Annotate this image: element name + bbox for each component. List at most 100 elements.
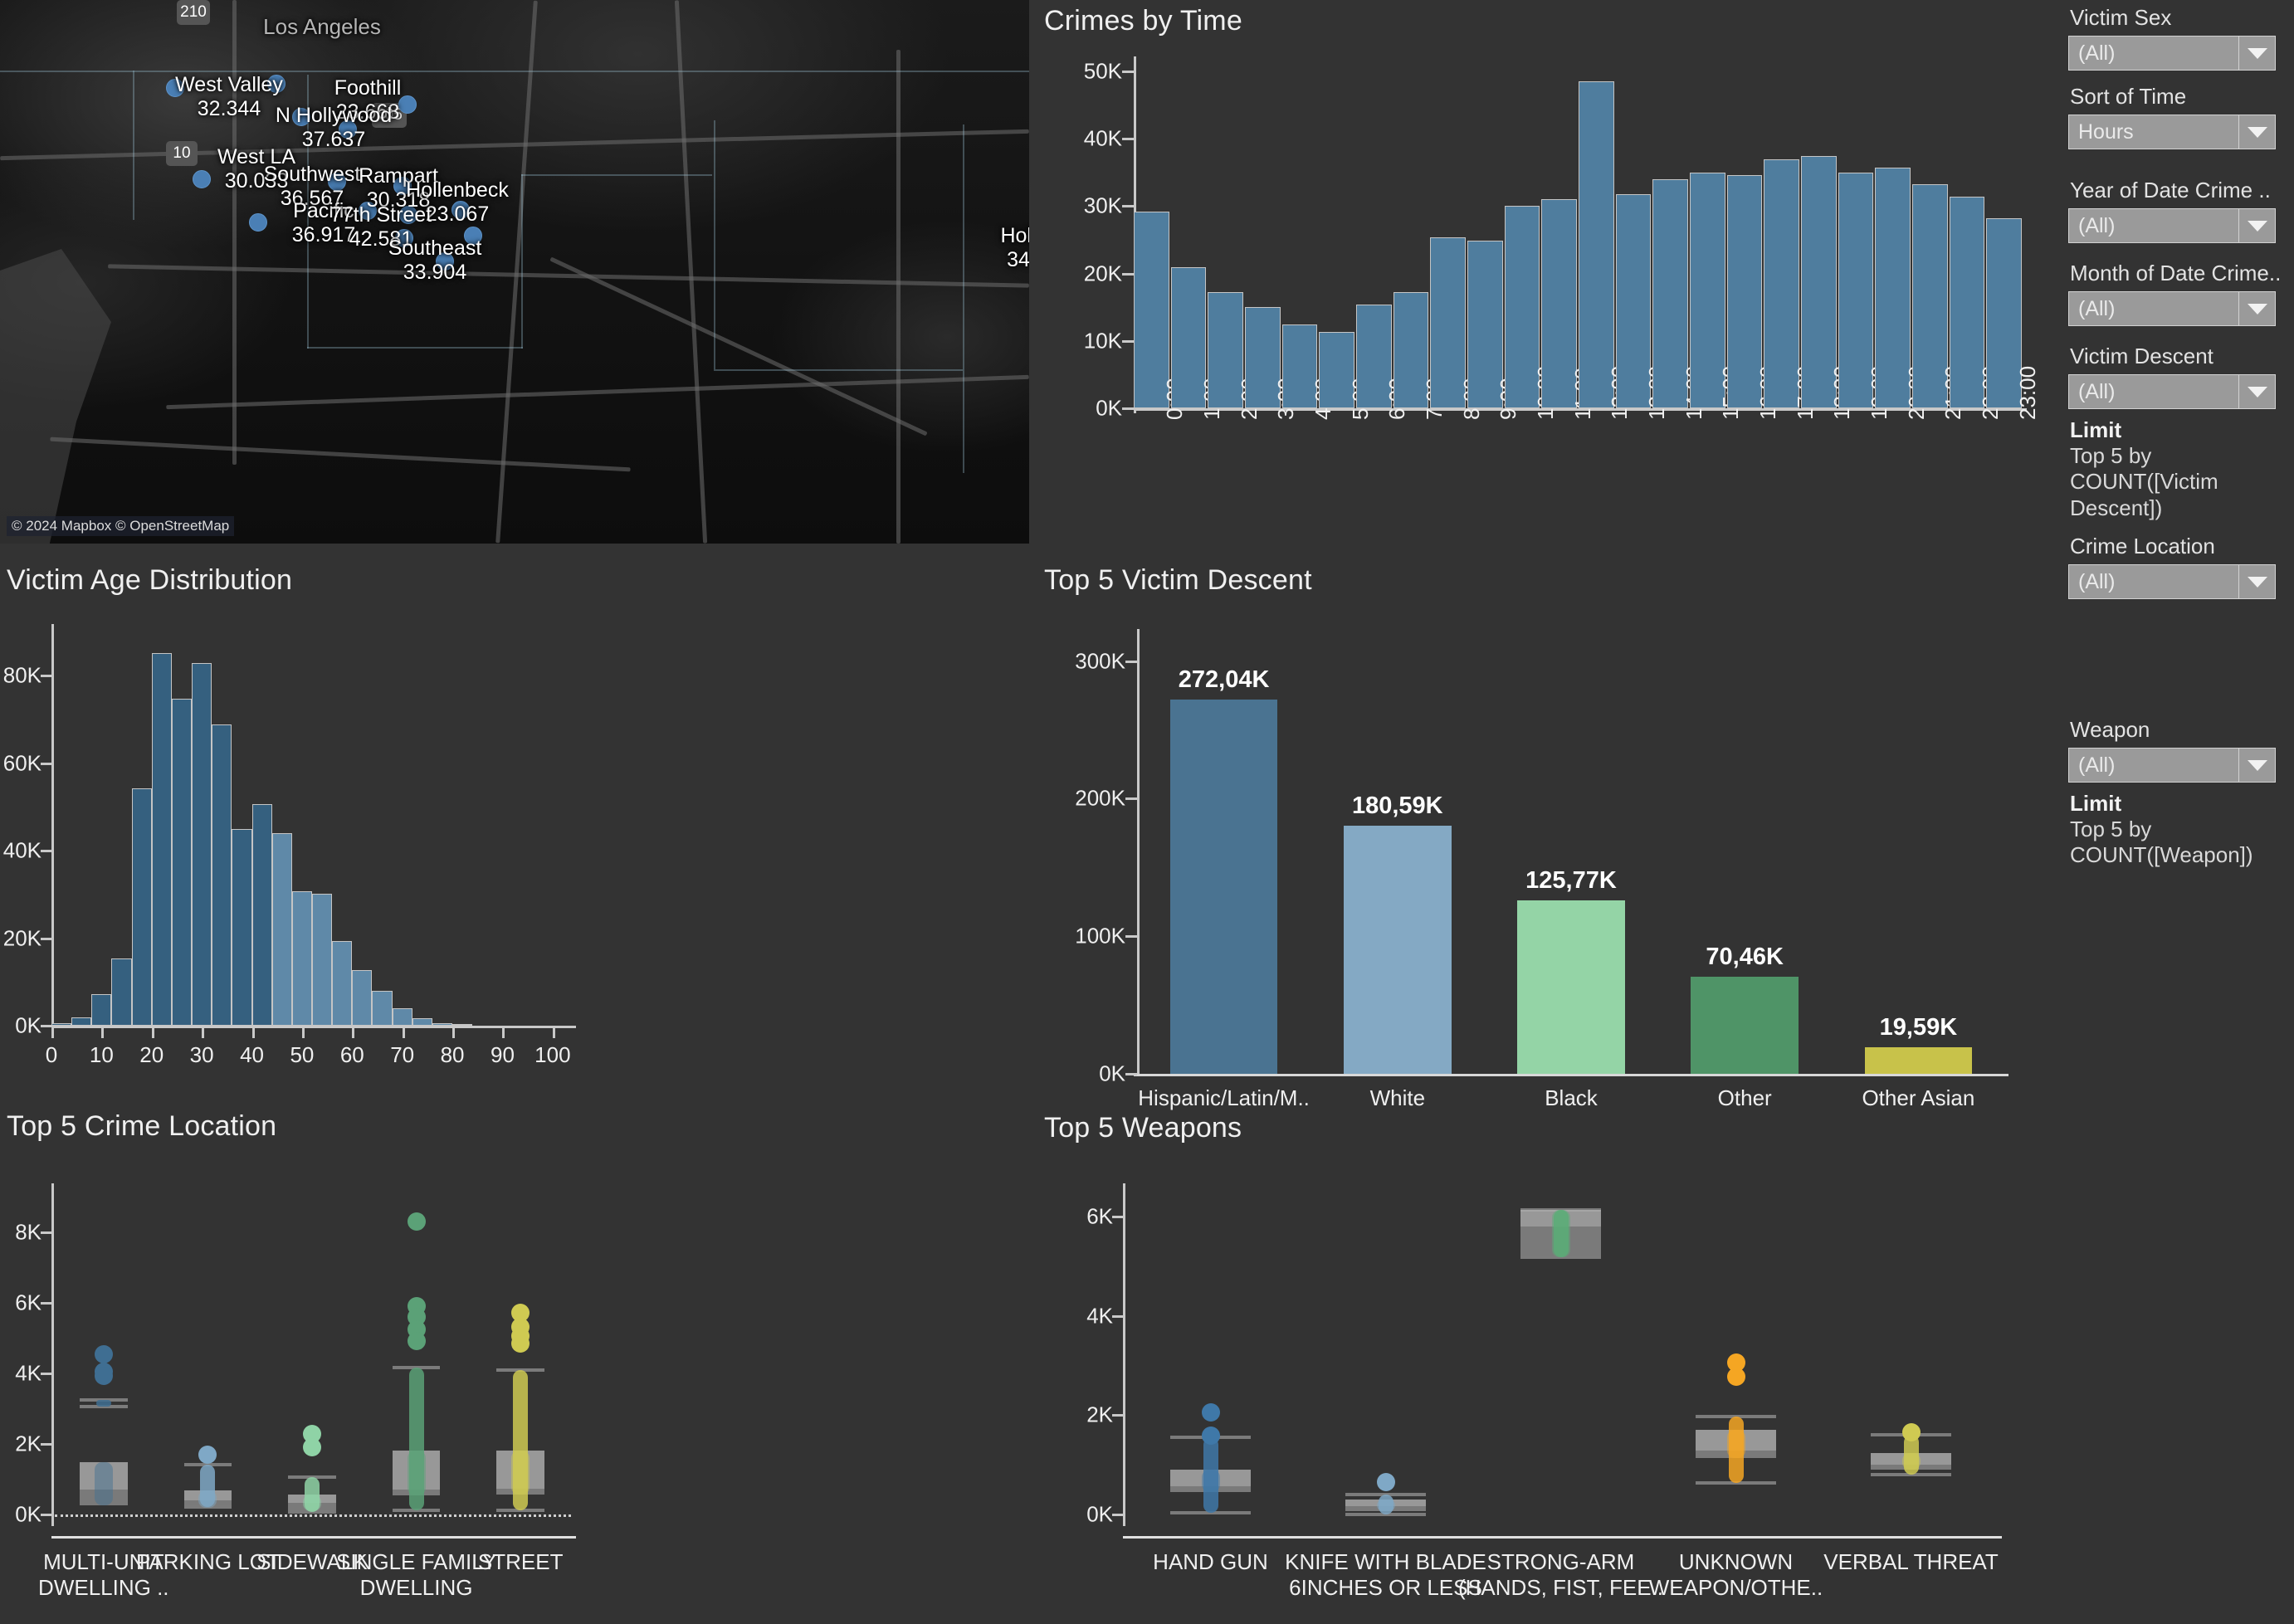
bar[interactable] <box>192 663 212 1026</box>
outlier-point[interactable] <box>407 1212 426 1231</box>
outlier-point[interactable] <box>94 1367 113 1386</box>
y-axis-tick-label: 30K <box>1083 193 1122 218</box>
outlier-point[interactable] <box>407 1332 426 1351</box>
x-axis-tick-label: 80 <box>440 1042 465 1067</box>
bar[interactable] <box>171 698 193 1026</box>
filter-select-month[interactable]: (All) <box>2068 291 2276 326</box>
chevron-down-icon[interactable] <box>2238 565 2275 598</box>
bar[interactable] <box>372 991 393 1026</box>
weapons-plot[interactable]: 0K 2K 4K 6K HAND GUN KNIFE WITH BLADE 6INCHES … <box>1036 1104 2068 1624</box>
outlier-point[interactable] <box>1376 1472 1395 1491</box>
data-strip-iqr <box>511 1451 530 1495</box>
map-point[interactable] <box>249 213 267 232</box>
chevron-down-icon[interactable] <box>2238 209 2275 242</box>
bar[interactable] <box>271 833 292 1026</box>
data-strip-iqr <box>198 1490 217 1509</box>
bar[interactable] <box>71 1017 92 1026</box>
bar[interactable] <box>212 724 232 1026</box>
bar[interactable] <box>131 788 152 1026</box>
bar[interactable] <box>412 1017 432 1026</box>
bar[interactable] <box>91 993 112 1026</box>
data-strip[interactable] <box>95 1399 111 1407</box>
y-axis-line <box>51 624 54 1031</box>
filter-select-weapon[interactable]: (All) <box>2068 748 2276 783</box>
outlier-point[interactable] <box>303 1438 321 1457</box>
chevron-down-icon[interactable] <box>2238 37 2275 70</box>
chevron-down-icon[interactable] <box>2238 749 2275 782</box>
x-axis-tick <box>202 1028 205 1038</box>
filter-label-victim-descent: Victim Descent <box>2070 344 2213 368</box>
bar[interactable] <box>232 828 252 1026</box>
bar[interactable] <box>1691 977 1799 1074</box>
y-axis-tick-label: 80K <box>2 662 41 688</box>
y-axis-tick-label: 4K <box>1086 1303 1113 1329</box>
y-axis-tick <box>1122 407 1134 410</box>
y-axis-line <box>1137 629 1140 1076</box>
x-axis-tick-label: KNIFE WITH BLADE 6INCHES OR LESS <box>1285 1549 1486 1600</box>
filter-value-weapon: (All) <box>2078 753 2116 777</box>
filter-select-victim-sex[interactable]: (All) <box>2068 36 2276 71</box>
crime-location-plot[interactable]: 0K 2K 4K 6K 8K MULTI-UNIT DWELLING .. PARKING L… <box>0 1104 1029 1624</box>
bar[interactable] <box>251 803 272 1026</box>
y-axis-tick <box>41 1231 51 1234</box>
x-axis-line <box>1134 1074 2008 1076</box>
y-axis-tick <box>1112 1414 1123 1417</box>
filter-select-year[interactable]: (All) <box>2068 208 2276 243</box>
victim-age-panel: Victim Age Distribution 0K 20K 40K 60K 80K 0 1… <box>0 558 1029 1105</box>
y-axis-tick <box>1112 1514 1123 1516</box>
x-axis-tick <box>301 1028 305 1038</box>
x-axis-tick <box>452 1028 456 1038</box>
bar[interactable] <box>332 941 353 1026</box>
map-attribution: © 2024 Mapbox © OpenStreetMap <box>7 516 235 536</box>
outlier-point[interactable] <box>1726 1367 1745 1386</box>
map-point[interactable] <box>193 170 211 188</box>
outlier-point[interactable] <box>1201 1402 1220 1422</box>
outlier-point[interactable] <box>511 1334 530 1353</box>
filter-select-victim-descent[interactable]: (All) <box>2068 374 2276 409</box>
bar[interactable] <box>1343 825 1452 1074</box>
filter-group-month: Month of Date Crime.. (All) <box>2068 261 2294 348</box>
outlier-point[interactable] <box>1201 1426 1220 1446</box>
victim-descent-plot[interactable]: 0K 100K 200K 300K 272,04K Hispanic/Latin/M.. 1… <box>1036 558 2068 1110</box>
y-axis-tick <box>41 1372 51 1375</box>
bar[interactable] <box>312 893 333 1026</box>
chevron-down-icon[interactable] <box>2238 292 2275 325</box>
x-axis-tick <box>101 1028 105 1038</box>
bar[interactable] <box>1169 699 1278 1074</box>
outlier-point[interactable] <box>198 1446 217 1465</box>
y-axis-tick-label: 50K <box>1083 58 1122 84</box>
filter-select-sort-of-time[interactable]: Hours <box>2068 115 2276 149</box>
bar[interactable] <box>432 1022 453 1026</box>
bar[interactable] <box>1517 900 1625 1074</box>
map-area-label: West Valley 32.344 <box>175 73 283 120</box>
x-axis-tick-label: 50 <box>290 1042 315 1067</box>
filter-select-crime-location[interactable]: (All) <box>2068 564 2276 599</box>
chevron-down-icon[interactable] <box>2238 375 2275 408</box>
victim-age-plot[interactable]: 0K 20K 40K 60K 80K 0 10 20 30 40 50 60 70 80 90 100 <box>0 558 1029 1105</box>
bar-value-label: 19,59K <box>1879 1013 1958 1041</box>
bar[interactable] <box>151 652 172 1026</box>
bar[interactable] <box>452 1024 473 1026</box>
y-axis-tick-label: 10K <box>1083 328 1122 354</box>
outlier-point[interactable] <box>1901 1422 1921 1441</box>
bar-value-label: 272,04K <box>1178 666 1270 693</box>
crime-map-panel[interactable]: Los Angeles 210 10 605 West Valley 32.344… <box>0 0 1029 544</box>
map-boundary <box>133 71 134 220</box>
bar[interactable] <box>51 1022 72 1026</box>
bar[interactable] <box>291 891 312 1026</box>
outlier-point[interactable] <box>94 1345 113 1364</box>
data-strip-iqr <box>1901 1453 1921 1470</box>
bar[interactable] <box>111 958 132 1026</box>
chevron-down-icon[interactable] <box>2238 115 2275 149</box>
bar[interactable] <box>1579 81 1614 408</box>
x-axis-tick <box>402 1028 405 1038</box>
bar[interactable] <box>352 970 373 1026</box>
y-axis-tick-label: 0K <box>1086 1501 1113 1527</box>
x-axis-tick-label: SINGLE FAMILY DWELLING <box>336 1549 497 1600</box>
highway-shield-icon: 210 <box>177 0 210 25</box>
bar[interactable] <box>1864 1046 1973 1074</box>
crimes-by-time-plot[interactable]: 0K10K20K30K40K50K0:001:002:003:004:005:0… <box>1036 0 2068 548</box>
filter-label-month: Month of Date Crime.. <box>2070 261 2282 285</box>
bar[interactable] <box>392 1007 412 1026</box>
y-axis-tick-label: 20K <box>2 925 41 951</box>
